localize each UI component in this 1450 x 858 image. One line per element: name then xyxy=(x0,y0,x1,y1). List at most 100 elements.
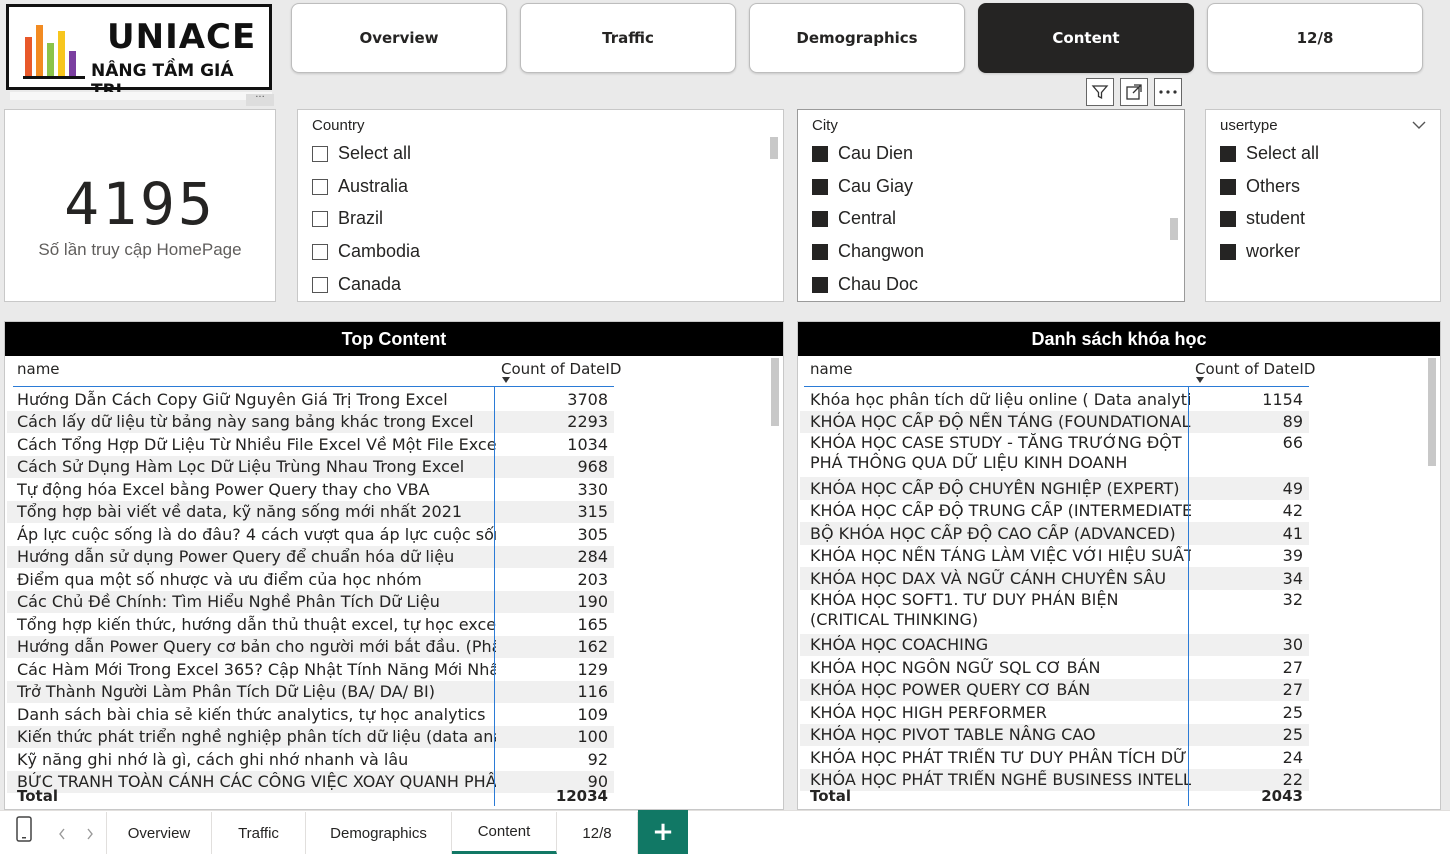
row-name: KHÓA HỌC POWER QUERY CƠ BẢN xyxy=(810,680,1091,700)
checkbox[interactable] xyxy=(1220,243,1236,260)
table-row[interactable]: Các Chủ Đề Chính: Tìm Hiểu Nghề Phân Tíc… xyxy=(7,590,614,613)
table-row[interactable]: Tự động hóa Excel bằng Power Query thay … xyxy=(7,478,614,501)
slicer-item[interactable]: student xyxy=(1220,208,1305,229)
column-header-count[interactable]: Count of DateID xyxy=(1195,360,1315,378)
chevron-right-icon[interactable] xyxy=(86,825,94,844)
scrollbar-thumb[interactable] xyxy=(770,137,778,159)
mobile-layout-icon[interactable] xyxy=(14,816,34,846)
table-row[interactable]: KHÓA HỌC CASE STUDY - TĂNG TRƯỞNG ĐỘT PH… xyxy=(800,433,1309,474)
column-header-name[interactable]: name xyxy=(810,360,853,378)
column-header-count[interactable]: Count of DateID xyxy=(501,360,621,378)
table-row[interactable]: Kiến thức phát triển nghề nghiệp phân tí… xyxy=(7,725,614,748)
add-page-button[interactable]: + xyxy=(638,810,688,854)
table-row[interactable]: Danh sách bài chia sẻ kiến thức analytic… xyxy=(7,703,614,726)
scrollbar-thumb[interactable] xyxy=(1170,218,1178,240)
checkbox[interactable] xyxy=(1220,210,1236,227)
row-name: Cách lấy dữ liệu từ bảng này sang bảng k… xyxy=(17,412,474,432)
table-row[interactable]: Cách Sử Dụng Hàm Lọc Dữ Liệu Trùng Nhau … xyxy=(7,455,614,478)
filter-icon[interactable] xyxy=(1086,78,1114,106)
checkbox[interactable] xyxy=(1220,145,1236,162)
page-tab-overview[interactable]: Overview xyxy=(106,812,212,854)
table-row[interactable]: Hướng Dẫn Cách Copy Giữ Nguyên Giá Trị T… xyxy=(7,388,614,411)
checkbox[interactable] xyxy=(812,276,828,293)
checkbox[interactable] xyxy=(812,145,828,162)
table-row[interactable]: Hướng dẫn sử dụng Power Query để chuẩn h… xyxy=(7,545,614,568)
table-row[interactable]: Cách Tổng Hợp Dữ Liệu Từ Nhiều File Exce… xyxy=(7,433,614,456)
table-row[interactable]: KHÓA HỌC PHÁT TRIỂN TƯ DUY PHÂN TÍCH DỮ … xyxy=(800,746,1309,769)
table-row[interactable]: Kỹ năng ghi nhớ là gì, cách ghi nhớ nhan… xyxy=(7,748,614,771)
table-row[interactable]: Cách lấy dữ liệu từ bảng này sang bảng k… xyxy=(7,410,614,433)
slicer-item[interactable]: Changwon xyxy=(812,241,924,262)
column-divider xyxy=(1188,386,1189,806)
scrollbar-thumb[interactable] xyxy=(771,358,779,426)
nav-button-12-8[interactable]: 12/8 xyxy=(1207,3,1423,73)
logo-more-icon[interactable]: ··· xyxy=(246,93,274,106)
focus-mode-icon[interactable] xyxy=(1120,78,1148,106)
scrollbar-thumb[interactable] xyxy=(1428,358,1436,466)
slicer-item-label: Australia xyxy=(338,176,409,196)
nav-button-traffic[interactable]: Traffic xyxy=(520,3,736,73)
table-row[interactable]: KHÓA HỌC CẤP ĐỘ NỀN TẢNG (FOUNDATIONAL) 8… xyxy=(800,410,1309,433)
table-row[interactable]: KHÓA HỌC PIVOT TABLE NÂNG CAO 25 xyxy=(800,723,1309,746)
table-row[interactable]: KHÓA HỌC POWER QUERY CƠ BẢN 27 xyxy=(800,678,1309,701)
row-name: KHÓA HỌC CẤP ĐỘ CHUYÊN NGHIỆP (EXPERT) xyxy=(810,478,1180,498)
row-name: KHÓA HỌC DAX VÀ NGỮ CẢNH CHUYÊN SÂU xyxy=(810,568,1167,588)
checkbox[interactable] xyxy=(312,145,328,162)
table-row[interactable]: Tổng hợp bài viết về data, kỹ năng sống … xyxy=(7,500,614,523)
more-options-icon[interactable] xyxy=(1154,78,1182,106)
page-tab-traffic[interactable]: Traffic xyxy=(212,812,306,854)
table-row[interactable]: Trở Thành Người Làm Phân Tích Dữ Liệu (B… xyxy=(7,680,614,703)
table-row[interactable]: Khóa học phân tích dữ liệu online ( Data… xyxy=(800,388,1309,411)
table-row[interactable]: BỘ KHÓA HỌC CẤP ĐỘ CAO CẤP (ADVANCED) 41 xyxy=(800,522,1309,545)
checkbox[interactable] xyxy=(312,210,328,227)
slicer-item[interactable]: Cau Dien xyxy=(812,143,913,164)
table-row[interactable]: Điểm qua một số nhược và ưu điểm của học… xyxy=(7,568,614,591)
table-row[interactable]: KHÓA HỌC NGÔN NGỮ SQL CƠ BẢN 27 xyxy=(800,656,1309,679)
slicer-item-label: Select all xyxy=(1246,143,1320,163)
slicer-item[interactable]: Cambodia xyxy=(312,241,420,262)
table-row[interactable]: KHÓA HỌC CẤP ĐỘ CHUYÊN NGHIỆP (EXPERT) 49 xyxy=(800,477,1309,500)
slicer-item[interactable]: Brazil xyxy=(312,208,383,229)
sort-descending-icon[interactable] xyxy=(1195,377,1205,383)
slicer-item[interactable]: Cau Giay xyxy=(812,176,913,197)
slicer-item-label: Others xyxy=(1246,176,1301,196)
slicer-item[interactable]: Central xyxy=(812,208,896,229)
slicer-item[interactable]: Select all xyxy=(312,143,411,164)
checkbox[interactable] xyxy=(312,276,328,293)
row-count: 162 xyxy=(577,637,608,657)
chevron-down-icon[interactable] xyxy=(1412,120,1426,130)
nav-button-overview[interactable]: Overview xyxy=(291,3,507,73)
row-name: KHÓA HỌC NỀN TẢNG LÀM VIỆC VỚI HIỆU SUẤT… xyxy=(810,546,1191,566)
checkbox[interactable] xyxy=(312,178,328,195)
table-row[interactable]: Áp lực cuộc sống là do đâu? 4 cách vượt … xyxy=(7,523,614,546)
slicer-item-label: Select all xyxy=(338,143,412,163)
chevron-left-icon[interactable] xyxy=(58,825,66,844)
nav-button-content[interactable]: Content xyxy=(978,3,1194,73)
slicer-item[interactable]: Select all xyxy=(1220,143,1319,164)
table-row[interactable]: KHÓA HỌC HIGH PERFORMER 25 xyxy=(800,701,1309,724)
page-tab-12-8[interactable]: 12/8 xyxy=(557,812,638,854)
nav-button-demographics[interactable]: Demographics xyxy=(749,3,965,73)
table-row[interactable]: KHÓA HỌC SOFT1. TƯ DUY PHẢN BIỆN (CRITIC… xyxy=(800,590,1309,631)
table-row[interactable]: Hướng dẫn Power Query cơ bản cho người m… xyxy=(7,635,614,658)
slicer-item[interactable]: Others xyxy=(1220,176,1300,197)
slicer-item[interactable]: worker xyxy=(1220,241,1300,262)
checkbox[interactable] xyxy=(812,243,828,260)
checkbox[interactable] xyxy=(812,178,828,195)
slicer-item[interactable]: Canada xyxy=(312,274,401,295)
table-row[interactable]: KHÓA HỌC DAX VÀ NGỮ CẢNH CHUYÊN SÂU 34 xyxy=(800,567,1309,590)
slicer-item[interactable]: Chau Doc xyxy=(812,274,918,295)
page-tab-demographics[interactable]: Demographics xyxy=(306,812,452,854)
column-header-name[interactable]: name xyxy=(17,360,60,378)
checkbox[interactable] xyxy=(312,243,328,260)
checkbox[interactable] xyxy=(1220,178,1236,195)
checkbox[interactable] xyxy=(812,210,828,227)
table-row[interactable]: Tổng hợp kiến thức, hướng dẫn thủ thuật … xyxy=(7,613,614,636)
table-row[interactable]: KHÓA HỌC NỀN TẢNG LÀM VIỆC VỚI HIỆU SUẤT… xyxy=(800,545,1309,568)
slicer-item[interactable]: Australia xyxy=(312,176,408,197)
table-row[interactable]: KHÓA HỌC CẤP ĐỘ TRUNG CẤP (INTERMEDIATE)… xyxy=(800,500,1309,523)
sort-descending-icon[interactable] xyxy=(501,377,511,383)
page-tab-content[interactable]: Content xyxy=(452,812,557,854)
table-row[interactable]: KHÓA HỌC COACHING 30 xyxy=(800,633,1309,656)
table-row[interactable]: Các Hàm Mới Trong Excel 365? Cập Nhật Tí… xyxy=(7,658,614,681)
